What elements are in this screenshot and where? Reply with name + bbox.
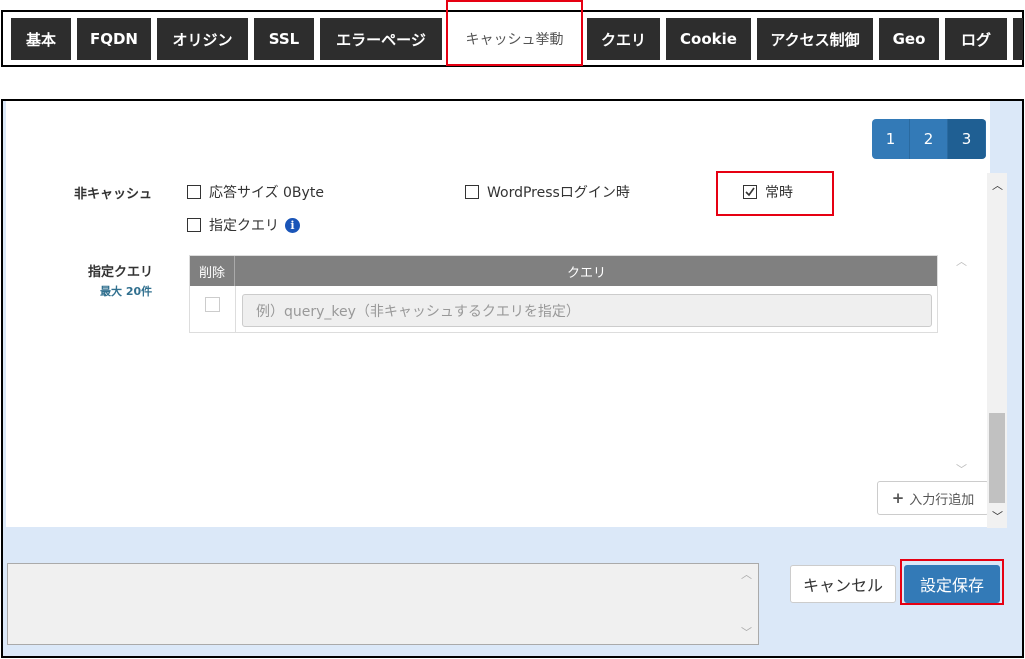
- option-zero-byte[interactable]: 応答サイズ 0Byte: [187, 182, 324, 202]
- chevron-up-icon[interactable]: ︿: [741, 566, 752, 582]
- panel-scrollbar[interactable]: ︿ ﹀: [987, 173, 1007, 528]
- chevron-up-icon[interactable]: ︿: [956, 253, 967, 269]
- option-wordpress-login[interactable]: WordPressログイン時: [465, 182, 630, 202]
- tab-log[interactable]: ログ: [945, 18, 1007, 60]
- option-always-label: 常時: [765, 185, 793, 201]
- page-2-button[interactable]: 2: [910, 119, 948, 159]
- tab-cookie[interactable]: Cookie: [666, 18, 751, 60]
- panel-content: 1 2 3 非キャッシュ 応答サイズ 0Byte WordPressログイン時 …: [6, 101, 990, 527]
- page-1-button[interactable]: 1: [872, 119, 910, 159]
- scrollbar-thumb[interactable]: [989, 413, 1005, 503]
- tab-bar: 基本 FQDN オリジン SSL エラーページ キャッシュ挙動 クエリ Cook…: [0, 0, 1025, 68]
- add-row-button[interactable]: + 入力行追加: [877, 481, 989, 515]
- tab-access-control[interactable]: アクセス制御: [757, 18, 873, 60]
- tab-origin[interactable]: オリジン: [157, 18, 248, 60]
- col-delete-header: 削除: [190, 256, 235, 286]
- query-table-header: 削除 クエリ: [190, 256, 937, 286]
- info-icon[interactable]: i: [285, 217, 300, 233]
- tab-ssl[interactable]: SSL: [254, 18, 314, 60]
- query-list-scrollbar[interactable]: ︿ ﹀: [952, 253, 972, 483]
- add-row-label: 入力行追加: [909, 492, 975, 508]
- query-table: 削除 クエリ 例）query_key（非キャッシュするクエリを指定）: [189, 255, 938, 333]
- chevron-down-icon[interactable]: ﹀: [956, 461, 967, 477]
- option-zero-byte-label: 応答サイズ 0Byte: [209, 185, 324, 201]
- settings-panel: 1 2 3 非キャッシュ 応答サイズ 0Byte WordPressログイン時 …: [1, 99, 1024, 658]
- save-settings-button[interactable]: 設定保存: [904, 565, 1000, 603]
- message-area[interactable]: ︿ ﹀: [7, 563, 759, 645]
- option-specified-query[interactable]: 指定クエリ i: [187, 215, 300, 235]
- checkbox[interactable]: [187, 218, 201, 232]
- cancel-button[interactable]: キャンセル: [790, 565, 896, 603]
- tab-fqdn[interactable]: FQDN: [77, 18, 151, 60]
- pagination: 1 2 3: [872, 119, 986, 159]
- checkbox[interactable]: [465, 185, 479, 199]
- chevron-down-icon[interactable]: ﹀: [741, 624, 752, 640]
- checkbox[interactable]: [187, 185, 201, 199]
- specified-query-label: 指定クエリ: [88, 265, 154, 280]
- checkbox-checked[interactable]: [743, 185, 757, 199]
- tab-basic[interactable]: 基本: [11, 18, 71, 60]
- option-specified-query-label: 指定クエリ: [209, 218, 279, 234]
- row-delete-checkbox[interactable]: [205, 297, 220, 312]
- tab-error-page[interactable]: エラーページ: [320, 18, 442, 60]
- check-icon: [745, 187, 755, 197]
- chevron-down-icon[interactable]: ﹀: [992, 508, 1003, 524]
- page-3-button[interactable]: 3: [948, 119, 986, 159]
- query-input[interactable]: 例）query_key（非キャッシュするクエリを指定）: [242, 294, 932, 327]
- plus-icon: +: [891, 489, 905, 507]
- tab-geo[interactable]: Geo: [879, 18, 939, 60]
- tab-overflow: [1013, 18, 1023, 60]
- tab-cache-behavior[interactable]: キャッシュ挙動: [448, 14, 581, 64]
- max-count-label: 最大 20件: [100, 285, 153, 298]
- tab-query[interactable]: クエリ: [587, 18, 660, 60]
- no-cache-label: 非キャッシュ: [74, 187, 153, 202]
- col-query-header: クエリ: [566, 265, 606, 281]
- option-wordpress-login-label: WordPressログイン時: [487, 185, 630, 201]
- option-always[interactable]: 常時: [743, 182, 793, 202]
- column-divider: [235, 286, 236, 333]
- chevron-up-icon[interactable]: ︿: [992, 177, 1003, 193]
